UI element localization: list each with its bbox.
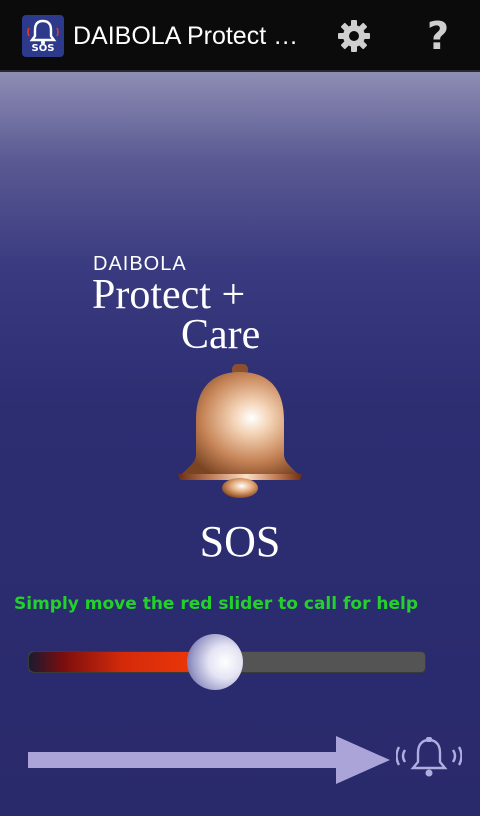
help-icon: ? (426, 14, 450, 58)
app-icon-label: SOS (31, 43, 55, 54)
gear-icon[interactable] (336, 18, 372, 54)
instruction-text: Simply move the red slider to call for h… (14, 594, 419, 614)
help-button[interactable]: ? (418, 14, 458, 58)
action-bar: SOS DAIBOLA Protect + Care ? (0, 0, 480, 72)
logo-line2: Care (181, 312, 261, 358)
alarm-bell-icon (396, 737, 462, 777)
bell-icon (178, 364, 302, 498)
app-icon[interactable]: SOS (22, 15, 64, 57)
app-title: DAIBOLA Protect + Care (73, 22, 305, 50)
sos-label: SOS (199, 517, 281, 566)
arrow-right-icon (28, 736, 390, 784)
sos-slider-thumb[interactable] (187, 634, 243, 690)
